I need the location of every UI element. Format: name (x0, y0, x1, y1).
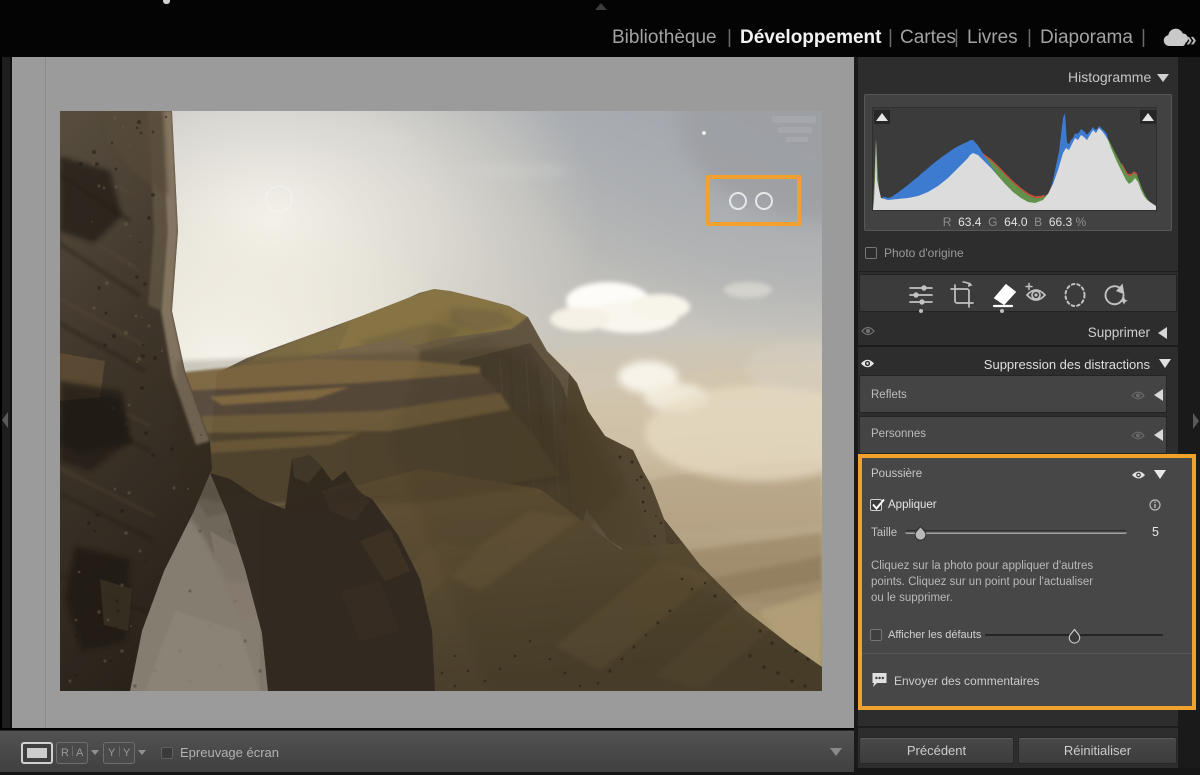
svg-text:»: » (1186, 30, 1197, 50)
